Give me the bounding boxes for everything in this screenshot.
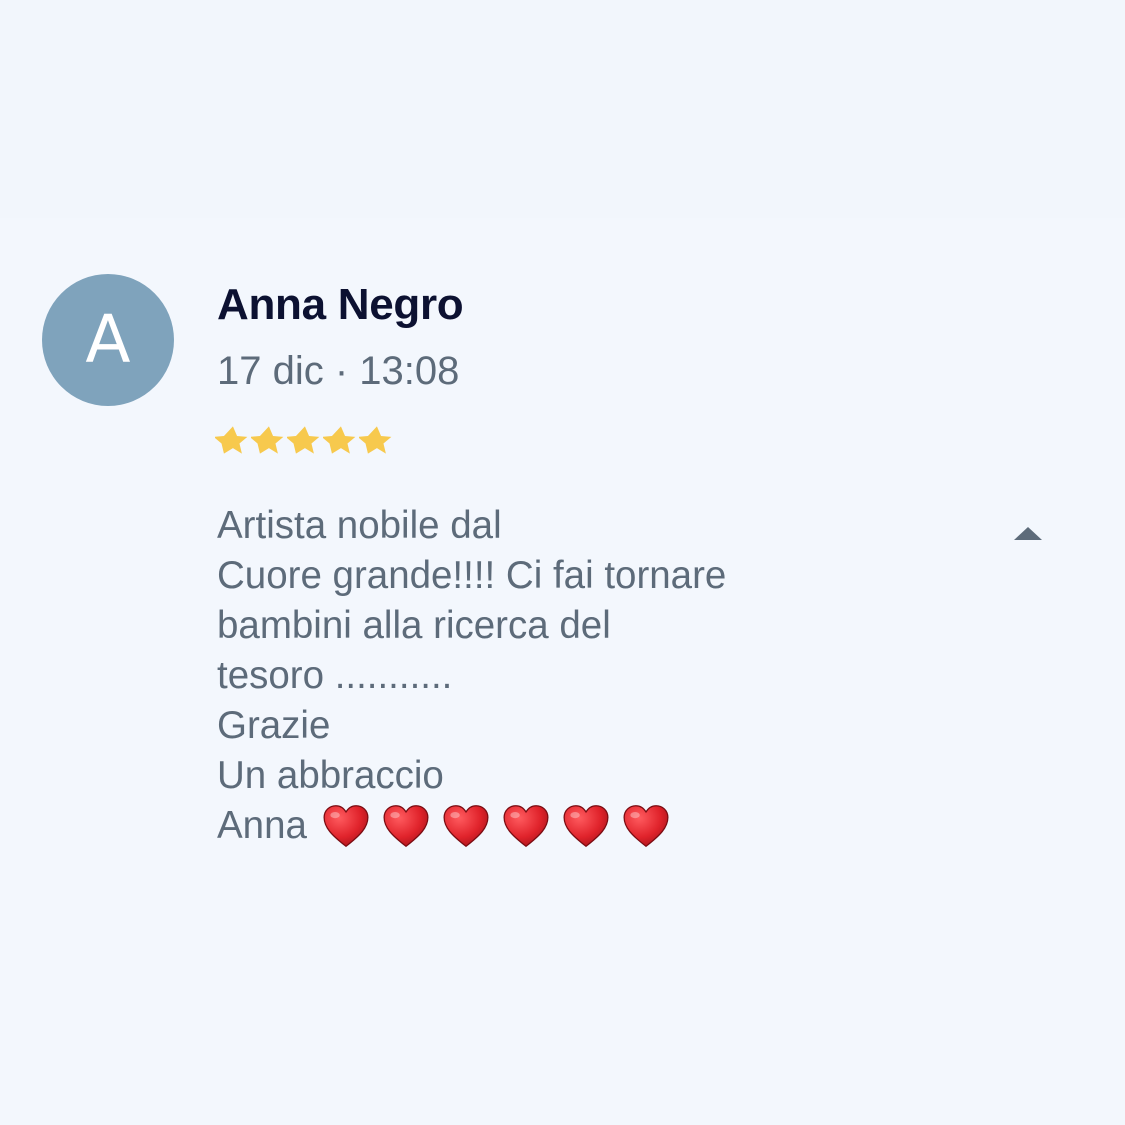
review-text-line: Artista nobile dal xyxy=(217,504,502,547)
collapse-review-button[interactable] xyxy=(1006,520,1050,548)
chevron-up-icon xyxy=(1014,527,1042,540)
star-icon xyxy=(359,426,392,454)
review-text-line-signature: Anna xyxy=(217,801,977,851)
red-heart-icon xyxy=(563,805,609,848)
author-name[interactable]: Anna Negro xyxy=(217,280,464,330)
star-icon xyxy=(215,426,248,454)
hearts-row xyxy=(321,802,671,850)
review-card: A Anna Negro 17 dic · 13:08 Artista nobi… xyxy=(0,0,1125,1125)
review-text-line: tesoro ........... xyxy=(217,654,453,697)
avatar[interactable]: A xyxy=(42,274,174,406)
red-heart-icon xyxy=(323,805,369,848)
review-text-line: bambini alla ricerca del xyxy=(217,604,611,647)
review-page: A Anna Negro 17 dic · 13:08 Artista nobi… xyxy=(0,0,1125,1125)
red-heart-icon xyxy=(623,805,669,848)
star-icon xyxy=(287,426,320,454)
star-rating xyxy=(215,424,395,460)
star-icon xyxy=(251,426,284,454)
review-text-line: Grazie xyxy=(217,704,331,747)
avatar-initial: A xyxy=(85,301,131,378)
red-heart-icon xyxy=(443,805,489,848)
red-heart-icon xyxy=(503,805,549,848)
review-text-line: Un abbraccio xyxy=(217,754,444,797)
red-heart-icon xyxy=(383,805,429,848)
signature-text: Anna xyxy=(217,804,307,847)
review-text-line: Cuore grande!!!! Ci fai tornare xyxy=(217,554,727,597)
review-text: Artista nobile dal Cuore grande!!!! Ci f… xyxy=(217,501,977,851)
review-date: 17 dic · 13:08 xyxy=(217,349,460,393)
star-icon xyxy=(323,426,356,454)
